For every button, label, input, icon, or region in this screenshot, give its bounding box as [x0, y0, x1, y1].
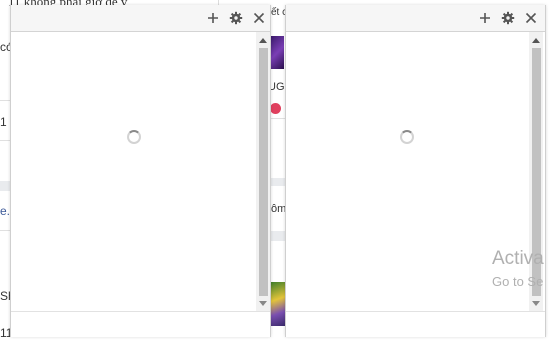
chat-panel-header — [286, 5, 545, 32]
chat-panel-1 — [10, 5, 271, 337]
game-thumbnail-image[interactable] — [271, 36, 284, 69]
close-icon[interactable] — [522, 9, 540, 27]
loading-spinner-icon — [127, 130, 141, 144]
chat-panel-footer — [11, 311, 270, 337]
plus-icon[interactable] — [476, 9, 494, 27]
background-text-fragment: ôm — [271, 203, 287, 215]
record-icon — [270, 103, 281, 114]
chat-panel-header — [11, 5, 270, 32]
scroll-down-arrow-icon[interactable] — [529, 298, 543, 310]
background-band — [271, 231, 285, 241]
background-divider — [271, 118, 285, 119]
plus-icon[interactable] — [204, 9, 222, 27]
gear-icon[interactable] — [227, 9, 245, 27]
close-icon[interactable] — [250, 9, 268, 27]
loading-spinner-icon — [400, 130, 414, 144]
activation-watermark-title: Activa — [492, 248, 544, 269]
game-thumbnail-image[interactable] — [271, 282, 285, 326]
chat-panel-body — [286, 32, 545, 312]
scroll-down-arrow-icon[interactable] — [256, 298, 270, 310]
chat-panel-footer — [286, 311, 545, 337]
scrollbar-thumb[interactable] — [259, 48, 268, 296]
chat-panel-body — [11, 32, 270, 312]
scrollbar[interactable] — [256, 32, 270, 312]
background-band — [271, 178, 285, 186]
gear-icon[interactable] — [499, 9, 517, 27]
activation-watermark-subtitle: Go to Se — [492, 274, 544, 289]
scrollbar[interactable] — [529, 32, 543, 312]
background-link[interactable]: e. — [0, 204, 10, 218]
scroll-up-arrow-icon[interactable] — [256, 34, 270, 46]
scroll-up-arrow-icon[interactable] — [529, 34, 543, 46]
